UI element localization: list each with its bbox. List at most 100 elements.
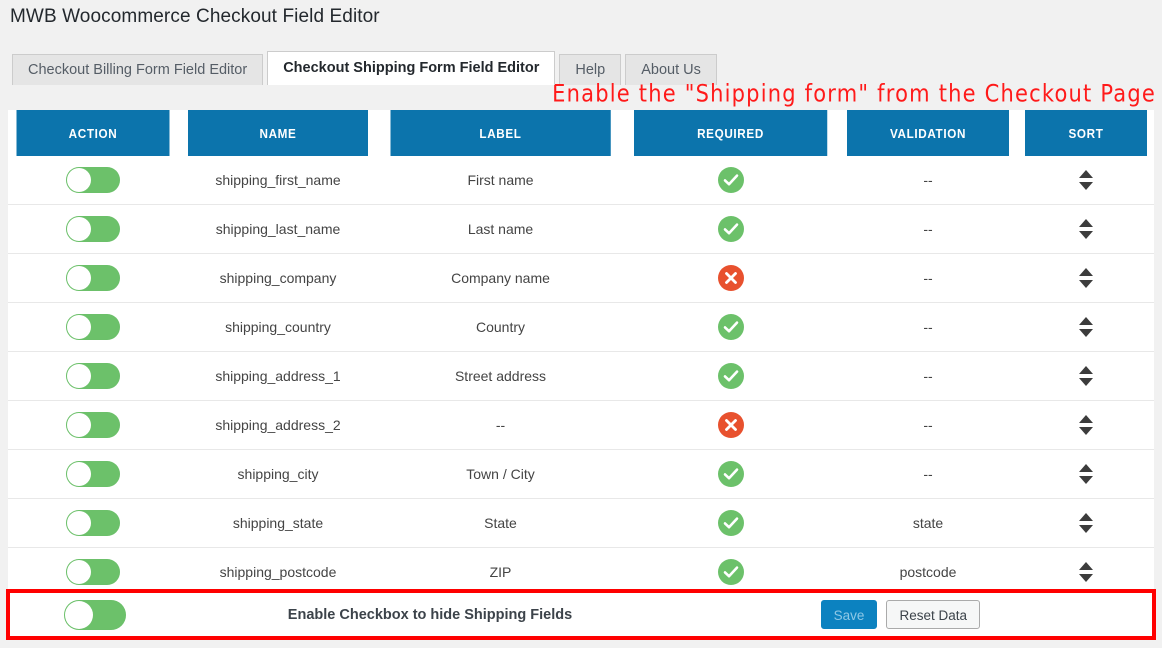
field-enable-toggle[interactable] xyxy=(66,216,120,242)
table-row: shipping_first_name First name -- xyxy=(8,156,1154,205)
toggle-knob xyxy=(67,364,91,388)
required-cross-icon xyxy=(717,412,744,438)
column-header-validation: VALIDATION xyxy=(847,110,1009,156)
field-enable-toggle[interactable] xyxy=(66,314,120,340)
hide-shipping-fields-toggle[interactable] xyxy=(64,599,126,630)
cell-sort xyxy=(1018,400,1154,450)
cell-action xyxy=(8,449,178,499)
sort-handle-icon[interactable] xyxy=(1077,363,1095,389)
sort-handle-icon[interactable] xyxy=(1077,510,1095,536)
sort-handle-icon[interactable] xyxy=(1077,265,1095,291)
cell-name: shipping_city xyxy=(178,449,378,499)
toggle-knob xyxy=(67,315,91,339)
tab-0[interactable]: Checkout Billing Form Field Editor xyxy=(12,54,264,85)
cell-name: shipping_last_name xyxy=(178,204,378,254)
table-row: shipping_country Country -- xyxy=(8,302,1154,352)
required-check-icon xyxy=(717,363,744,389)
toggle-knob xyxy=(67,266,91,290)
cell-action xyxy=(8,156,178,205)
cell-validation: -- xyxy=(838,449,1018,499)
sort-handle-icon[interactable] xyxy=(1077,559,1095,585)
field-enable-toggle[interactable] xyxy=(66,167,120,193)
table-row: shipping_address_2 -- -- xyxy=(8,400,1154,450)
sort-handle-icon[interactable] xyxy=(1077,412,1095,438)
table-header: ACTION NAME LABEL REQUIRED VALIDATION SORT xyxy=(8,110,1154,156)
table-row: shipping_state State state xyxy=(8,498,1154,548)
bottom-buttons: Save Reset Data xyxy=(820,600,1152,629)
required-check-icon xyxy=(717,216,744,242)
cell-label: Company name xyxy=(378,253,623,303)
cell-name: shipping_address_1 xyxy=(178,351,378,401)
column-header-sort: SORT xyxy=(1024,110,1148,156)
hide-shipping-toggle-wrap xyxy=(10,599,180,630)
cell-required xyxy=(623,204,838,254)
field-enable-toggle[interactable] xyxy=(66,412,120,438)
cell-validation: -- xyxy=(838,253,1018,303)
cell-action xyxy=(8,204,178,254)
required-check-icon xyxy=(717,314,744,340)
cell-label: Country xyxy=(378,302,623,352)
toggle-knob xyxy=(67,462,91,486)
cell-label: First name xyxy=(378,156,623,205)
cell-required xyxy=(623,351,838,401)
cell-validation: -- xyxy=(838,156,1018,205)
toggle-knob xyxy=(67,511,91,535)
cell-sort xyxy=(1018,204,1154,254)
table-row: shipping_address_1 Street address -- xyxy=(8,351,1154,401)
cell-name: shipping_company xyxy=(178,253,378,303)
cell-validation: -- xyxy=(838,204,1018,254)
cell-action xyxy=(8,400,178,450)
field-enable-toggle[interactable] xyxy=(66,363,120,389)
cell-validation: -- xyxy=(838,400,1018,450)
column-header-label: LABEL xyxy=(390,110,611,156)
save-button[interactable]: Save xyxy=(820,600,878,629)
table-row: shipping_company Company name -- xyxy=(8,253,1154,303)
cell-required xyxy=(623,498,838,548)
cell-validation: -- xyxy=(838,302,1018,352)
checkout-shipping-field-table: ACTION NAME LABEL REQUIRED VALIDATION SORT sh… xyxy=(8,110,1154,597)
toggle-knob xyxy=(67,413,91,437)
cell-required xyxy=(623,400,838,450)
cell-label: -- xyxy=(378,400,623,450)
cell-sort xyxy=(1018,156,1154,205)
column-header-action: ACTION xyxy=(16,110,170,156)
table-body: shipping_first_name First name -- shipping_… xyxy=(8,156,1154,597)
toggle-knob xyxy=(67,217,91,241)
cell-sort xyxy=(1018,351,1154,401)
field-enable-toggle[interactable] xyxy=(66,559,120,585)
toggle-knob xyxy=(65,600,93,629)
reset-data-button[interactable]: Reset Data xyxy=(886,600,980,629)
cell-sort xyxy=(1018,302,1154,352)
sort-handle-icon[interactable] xyxy=(1077,461,1095,487)
cell-label: State xyxy=(378,498,623,548)
required-cross-icon xyxy=(717,265,744,291)
cell-action xyxy=(8,498,178,548)
required-check-icon xyxy=(717,167,744,193)
cell-name: shipping_first_name xyxy=(178,156,378,205)
toggle-knob xyxy=(67,560,91,584)
sort-handle-icon[interactable] xyxy=(1077,314,1095,340)
field-enable-toggle[interactable] xyxy=(66,461,120,487)
hide-shipping-fields-label: Enable Checkbox to hide Shipping Fields xyxy=(287,606,573,623)
cell-sort xyxy=(1018,498,1154,548)
field-enable-toggle[interactable] xyxy=(66,265,120,291)
cell-validation: -- xyxy=(838,351,1018,401)
cell-required xyxy=(623,156,838,205)
cell-action xyxy=(8,253,178,303)
table-row: shipping_city Town / City -- xyxy=(8,449,1154,499)
cell-name: shipping_address_2 xyxy=(178,400,378,450)
bottom-action-bar: Enable Checkbox to hide Shipping Fields … xyxy=(6,589,1156,640)
cell-required xyxy=(623,449,838,499)
required-check-icon xyxy=(717,559,744,585)
tab-1[interactable]: Checkout Shipping Form Field Editor xyxy=(267,51,556,85)
cell-label: Street address xyxy=(378,351,623,401)
cell-required xyxy=(623,302,838,352)
column-header-name: NAME xyxy=(188,110,368,156)
cell-label: Last name xyxy=(378,204,623,254)
sort-handle-icon[interactable] xyxy=(1077,216,1095,242)
table-header-row: ACTION NAME LABEL REQUIRED VALIDATION SORT xyxy=(8,110,1154,156)
table-row: shipping_last_name Last name -- xyxy=(8,204,1154,254)
sort-handle-icon[interactable] xyxy=(1077,167,1095,193)
field-enable-toggle[interactable] xyxy=(66,510,120,536)
cell-sort xyxy=(1018,449,1154,499)
